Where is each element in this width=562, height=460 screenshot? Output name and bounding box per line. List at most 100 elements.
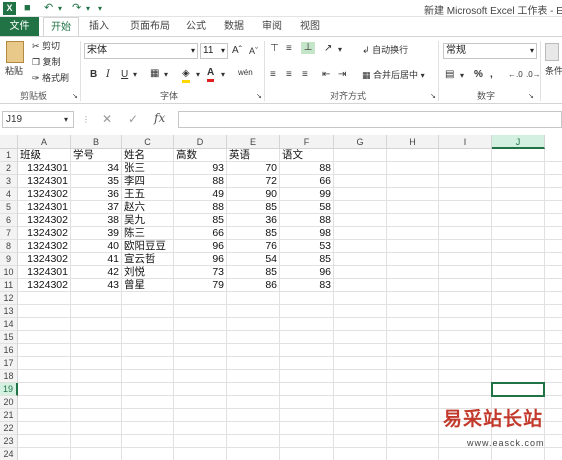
header-cell[interactable]: 语文 [282, 149, 332, 162]
table-cell[interactable]: 85 [229, 227, 277, 240]
comma-style-button[interactable]: , [490, 69, 493, 81]
enter-icon[interactable]: ✓ [128, 113, 138, 125]
table-cell[interactable]: 39 [73, 227, 119, 240]
row-header[interactable]: 21 [0, 409, 18, 422]
paste-icon[interactable] [6, 41, 24, 63]
header-cell[interactable]: 班级 [20, 149, 69, 162]
number-launcher-icon[interactable]: ↘ [528, 91, 534, 103]
table-cell[interactable]: 张三 [124, 162, 171, 175]
table-cell[interactable]: 38 [73, 214, 119, 227]
wrap-text-button[interactable]: ↲ 自动换行 [362, 44, 408, 56]
table-cell[interactable]: 90 [229, 188, 277, 201]
table-cell[interactable]: 36 [73, 188, 119, 201]
row-header[interactable]: 20 [0, 396, 18, 409]
cancel-icon[interactable]: ✕ [102, 113, 112, 125]
table-cell[interactable]: 93 [176, 162, 224, 175]
column-header-j[interactable]: J [492, 135, 545, 149]
align-center-icon[interactable]: ≡ [286, 69, 292, 81]
accounting-format-icon[interactable]: ▤ [445, 69, 454, 81]
row-header[interactable]: 6 [0, 214, 18, 227]
row-header[interactable]: 19 [0, 383, 18, 396]
table-cell[interactable]: 赵六 [124, 201, 171, 214]
decrease-decimal-icon[interactable]: .0→ [526, 69, 541, 81]
table-cell[interactable]: 1324302 [20, 188, 68, 201]
table-cell[interactable]: 85 [229, 266, 277, 279]
tab-review[interactable]: 审阅 [256, 17, 288, 36]
align-left-icon[interactable]: ≡ [270, 69, 276, 81]
header-cell[interactable]: 英语 [229, 149, 278, 162]
table-cell[interactable]: 37 [73, 201, 119, 214]
table-cell[interactable]: 1324301 [20, 162, 68, 175]
conditional-formatting-button[interactable]: 条件 [545, 65, 562, 77]
table-cell[interactable]: 36 [229, 214, 277, 227]
table-cell[interactable]: 85 [282, 253, 331, 266]
tab-file[interactable]: 文件 [0, 17, 39, 36]
table-cell[interactable]: 34 [73, 162, 119, 175]
font-color-icon[interactable]: A [207, 67, 215, 82]
align-middle-icon[interactable]: ≡ [286, 43, 292, 55]
table-cell[interactable]: 83 [282, 279, 331, 292]
grow-font-icon[interactable]: Aˆ [232, 45, 242, 57]
column-header-c[interactable]: C [122, 135, 174, 149]
table-cell[interactable]: 66 [282, 175, 331, 188]
row-header[interactable]: 11 [0, 279, 18, 292]
row-header[interactable]: 16 [0, 344, 18, 357]
table-cell[interactable]: 96 [282, 266, 331, 279]
table-cell[interactable]: 96 [176, 240, 224, 253]
row-header[interactable]: 15 [0, 331, 18, 344]
table-cell[interactable]: 欧阳豆豆 [124, 240, 171, 253]
table-cell[interactable]: 73 [176, 266, 224, 279]
table-cell[interactable]: 58 [282, 201, 331, 214]
column-header-b[interactable]: B [71, 135, 122, 149]
number-format-select[interactable]: 常规 ▾ [443, 43, 537, 59]
alignment-launcher-icon[interactable]: ↘ [430, 91, 436, 103]
row-header[interactable]: 5 [0, 201, 18, 214]
header-cell[interactable]: 姓名 [124, 149, 172, 162]
row-header[interactable]: 17 [0, 357, 18, 370]
table-cell[interactable]: 88 [282, 214, 331, 227]
table-cell[interactable]: 79 [176, 279, 224, 292]
select-all-corner[interactable] [0, 135, 18, 149]
table-cell[interactable]: 85 [176, 214, 224, 227]
conditional-formatting-icon[interactable] [545, 43, 559, 61]
borders-dropdown-icon[interactable]: ▾ [164, 69, 168, 81]
table-cell[interactable]: 1324302 [20, 214, 68, 227]
table-cell[interactable]: 1324302 [20, 253, 68, 266]
table-cell[interactable]: 宣云哲 [124, 253, 171, 266]
row-header[interactable]: 4 [0, 188, 18, 201]
font-launcher-icon[interactable]: ↘ [256, 91, 262, 103]
format-painter-button[interactable]: ✑ 格式刷 [32, 72, 69, 84]
table-cell[interactable]: 曾星 [124, 279, 171, 292]
name-box-dropdown-icon[interactable]: ▾ [64, 114, 68, 126]
borders-icon[interactable]: ▦ [150, 68, 159, 80]
save-icon[interactable]: ■ [24, 1, 31, 16]
row-header[interactable]: 8 [0, 240, 18, 253]
tab-data[interactable]: 数据 [218, 17, 250, 36]
row-header[interactable]: 9 [0, 253, 18, 266]
table-cell[interactable]: 35 [73, 175, 119, 188]
undo-icon[interactable]: ↶ [44, 1, 53, 16]
tab-home[interactable]: 开始 [43, 17, 79, 36]
cut-button[interactable]: ✂ 剪切 [32, 40, 60, 52]
tab-view[interactable]: 视图 [294, 17, 326, 36]
table-cell[interactable]: 1324302 [20, 227, 68, 240]
align-top-icon[interactable]: ⊤ [270, 43, 279, 55]
row-header[interactable]: 24 [0, 448, 18, 460]
copy-button[interactable]: ❐ 复制 [32, 56, 61, 68]
row-header[interactable]: 2 [0, 162, 18, 175]
table-cell[interactable]: 54 [229, 253, 277, 266]
increase-indent-icon[interactable]: ⇥ [338, 69, 346, 81]
redo-icon[interactable]: ↷ [72, 1, 81, 16]
merge-center-button[interactable]: ▦ 合并后居中 ▾ [362, 69, 425, 82]
table-cell[interactable]: 88 [176, 175, 224, 188]
insert-function-icon[interactable]: fx [154, 112, 165, 124]
column-header-d[interactable]: D [174, 135, 227, 149]
table-cell[interactable]: 66 [176, 227, 224, 240]
table-cell[interactable]: 42 [73, 266, 119, 279]
table-cell[interactable]: 85 [229, 201, 277, 214]
table-cell[interactable]: 40 [73, 240, 119, 253]
shrink-font-icon[interactable]: Aˇ [249, 45, 258, 57]
align-right-icon[interactable]: ≡ [302, 69, 308, 81]
table-cell[interactable]: 1324301 [20, 266, 68, 279]
column-header-a[interactable]: A [18, 135, 71, 149]
